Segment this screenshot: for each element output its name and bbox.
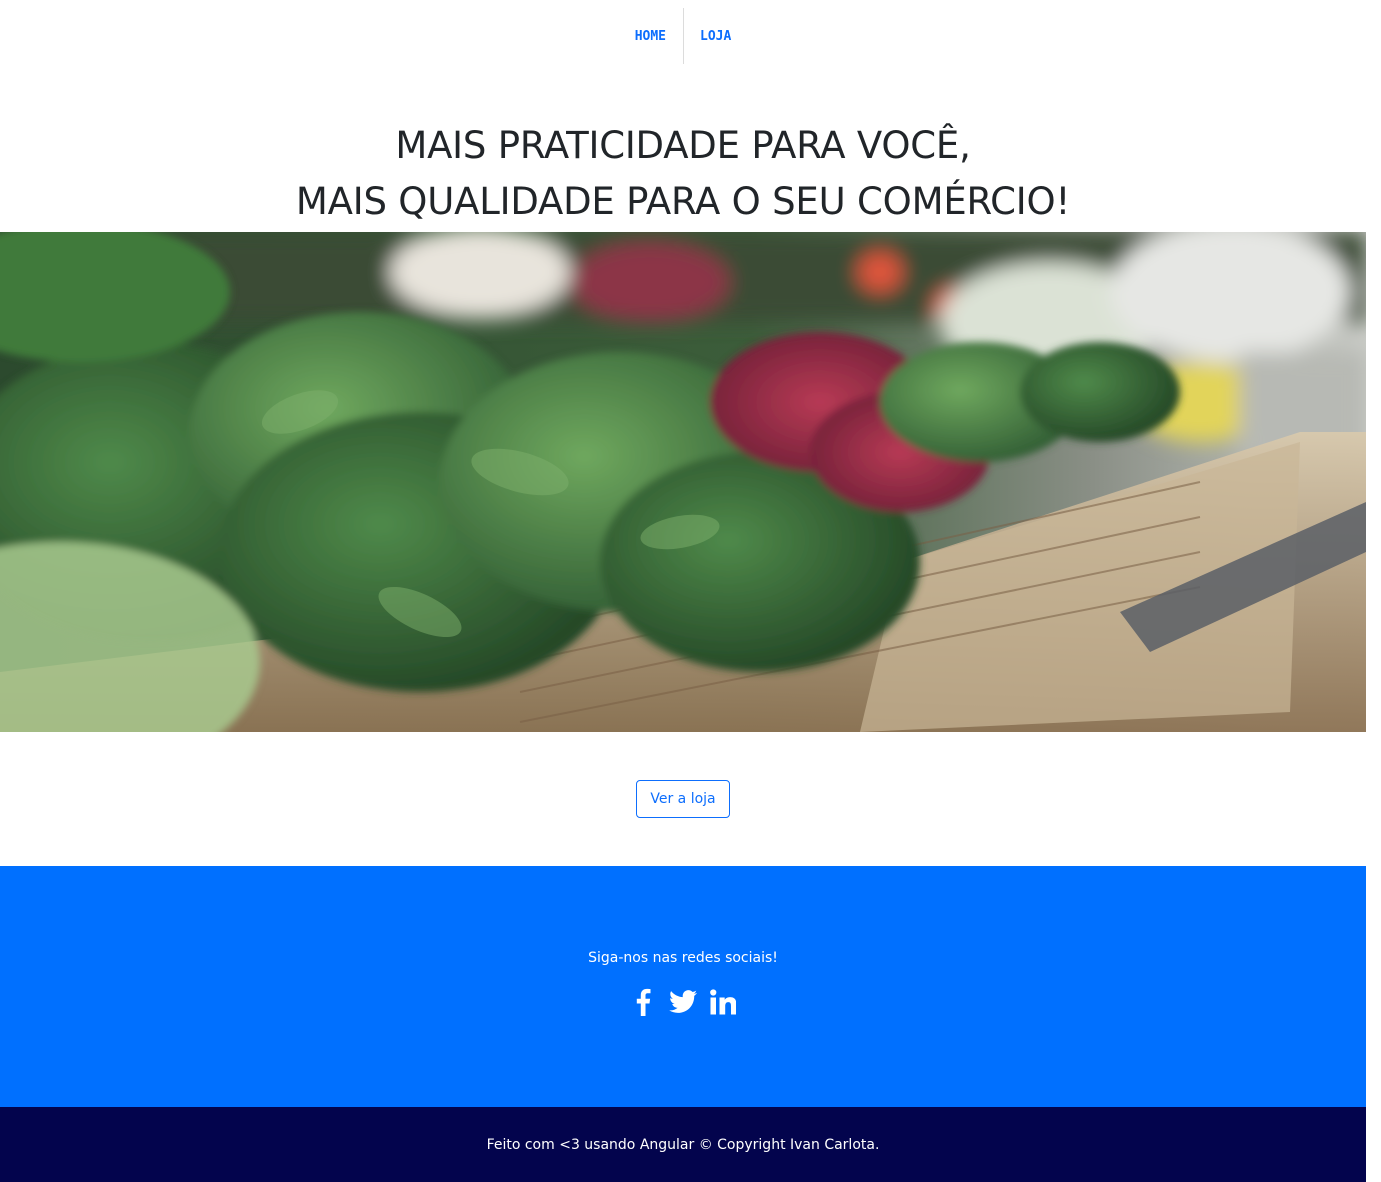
linkedin-icon[interactable] bbox=[708, 986, 738, 1018]
view-store-button[interactable]: Ver a loja bbox=[636, 780, 730, 818]
top-nav: HOME LOJA bbox=[0, 8, 1366, 64]
page-headline: MAIS PRATICIDADE PARA VOCÊ, MAIS QUALIDA… bbox=[0, 118, 1366, 230]
social-heading: Siga-nos nas redes sociais! bbox=[588, 950, 778, 966]
nav-link-loja[interactable]: LOJA bbox=[684, 8, 747, 64]
page-footer: Feito com <3 usando Angular © Copyright … bbox=[0, 1107, 1366, 1182]
headline-line-2: MAIS QUALIDADE PARA O SEU COMÉRCIO! bbox=[295, 180, 1071, 223]
hero-image bbox=[0, 232, 1366, 732]
social-section: Siga-nos nas redes sociais! bbox=[0, 866, 1366, 1107]
nav-link-home[interactable]: HOME bbox=[619, 8, 684, 64]
facebook-icon[interactable] bbox=[628, 986, 658, 1018]
scrollbar-gutter bbox=[1366, 0, 1381, 1182]
headline-line-1: MAIS PRATICIDADE PARA VOCÊ, bbox=[395, 124, 971, 167]
footer-copyright: Feito com <3 usando Angular © Copyright … bbox=[486, 1136, 880, 1153]
cta-container: Ver a loja bbox=[0, 780, 1366, 818]
twitter-icon[interactable] bbox=[668, 986, 698, 1018]
social-icons bbox=[0, 986, 1366, 1018]
